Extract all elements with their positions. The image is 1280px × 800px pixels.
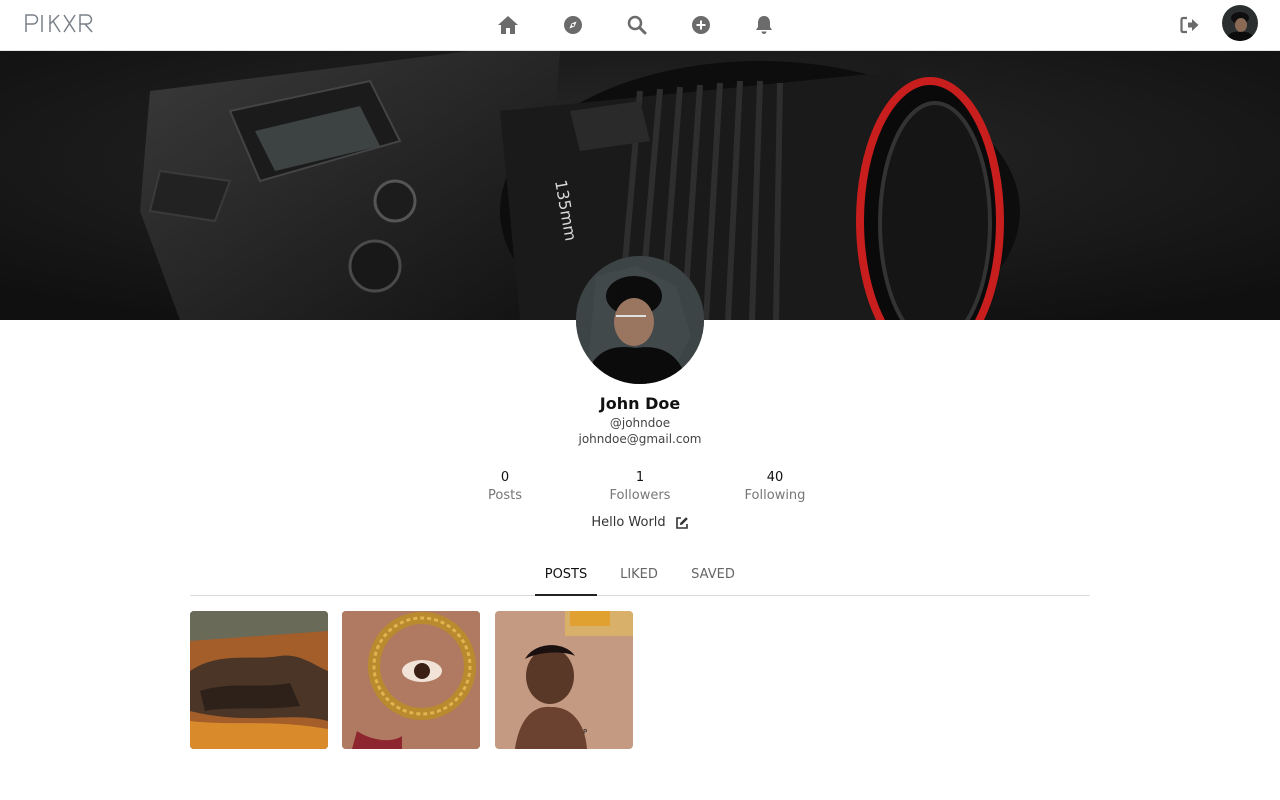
- bell-icon[interactable]: [752, 13, 776, 37]
- user-avatar-nav[interactable]: [1222, 5, 1258, 41]
- tab-liked[interactable]: LIKED: [613, 556, 665, 596]
- explore-icon[interactable]: [561, 13, 585, 37]
- edit-icon[interactable]: [675, 516, 689, 530]
- stat-following[interactable]: 40 Following: [715, 470, 835, 503]
- profile-tabs: POSTS LIKED SAVED: [190, 556, 1090, 596]
- profile-bio: Hello World: [540, 515, 740, 530]
- post-thumbnail-desert[interactable]: [190, 611, 328, 749]
- stat-followers-value: 1: [635, 470, 645, 485]
- stat-following-value: 40: [766, 470, 784, 485]
- stat-posts[interactable]: 0 Posts: [445, 470, 565, 503]
- profile-handle: @johndoe: [609, 416, 671, 430]
- post-thumbnail-ring-eye[interactable]: [342, 611, 480, 749]
- profile-avatar[interactable]: [576, 256, 704, 384]
- home-icon[interactable]: [496, 13, 520, 37]
- logout-icon[interactable]: [1179, 14, 1201, 36]
- stat-posts-label: Posts: [488, 488, 522, 503]
- profile-email: johndoe@gmail.com: [578, 432, 702, 446]
- stat-followers-label: Followers: [609, 488, 671, 503]
- top-navbar: [0, 0, 1280, 51]
- search-icon[interactable]: [625, 13, 649, 37]
- tab-saved[interactable]: SAVED: [685, 556, 741, 596]
- stat-posts-value: 0: [500, 470, 510, 485]
- profile-name: John Doe: [599, 394, 681, 413]
- stat-following-label: Following: [744, 488, 806, 503]
- svg-text:P: P: [583, 728, 587, 736]
- bio-text: Hello World: [591, 515, 666, 530]
- post-thumbnail-child[interactable]: P: [495, 611, 633, 749]
- tab-posts[interactable]: POSTS: [535, 556, 597, 596]
- nav-icon-bar: [0, 0, 1280, 51]
- stat-followers[interactable]: 1 Followers: [580, 470, 700, 503]
- add-icon[interactable]: [689, 13, 713, 37]
